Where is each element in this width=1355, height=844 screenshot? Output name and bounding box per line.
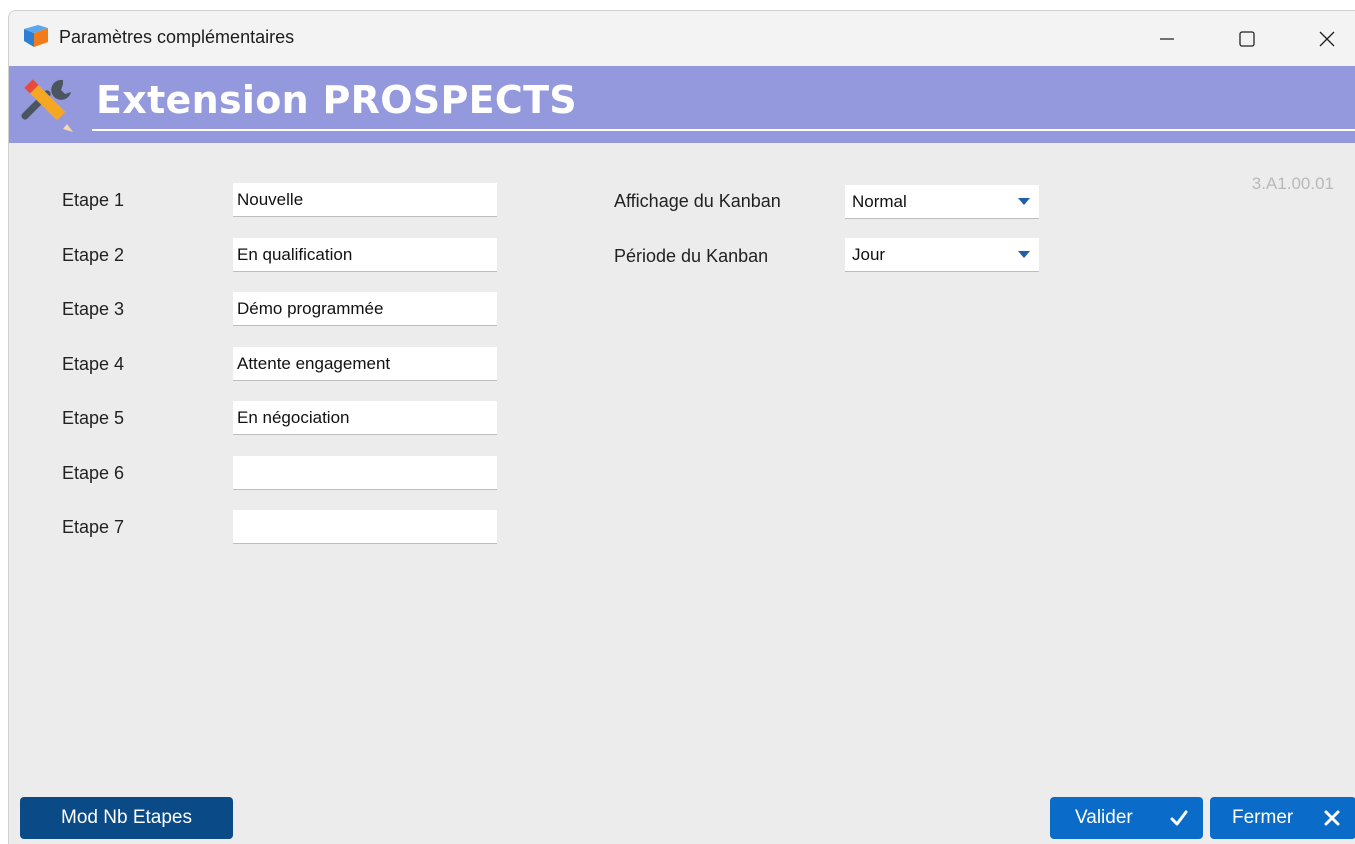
fermer-button[interactable]: Fermer xyxy=(1210,797,1355,839)
etape-4-label: Etape 4 xyxy=(62,354,125,374)
valider-label: Valider xyxy=(1075,807,1133,828)
banner-underline xyxy=(92,129,1355,131)
close-window-button[interactable] xyxy=(1304,19,1350,59)
periode-kanban-select[interactable]: Jour xyxy=(845,238,1039,272)
valider-button[interactable]: Valider xyxy=(1050,797,1203,839)
mod-nb-etapes-label: Mod Nb Etapes xyxy=(61,807,192,828)
etape-3-label: Etape 3 xyxy=(62,299,125,319)
version-label: 3.A1.00.01 xyxy=(1251,174,1334,193)
etape-6-label: Etape 6 xyxy=(62,463,125,483)
tools-icon xyxy=(21,79,73,132)
etape-6-input[interactable] xyxy=(233,456,497,490)
maximize-button[interactable] xyxy=(1224,19,1270,59)
affichage-kanban-select[interactable]: Normal xyxy=(845,185,1039,219)
affichage-kanban-value: Normal xyxy=(852,192,907,211)
etape-2-label: Etape 2 xyxy=(62,245,125,265)
fermer-label: Fermer xyxy=(1232,807,1294,828)
etape-7-input[interactable] xyxy=(233,510,497,544)
etape-3-input[interactable] xyxy=(233,292,497,326)
mod-nb-etapes-button[interactable]: Mod Nb Etapes xyxy=(20,797,233,839)
check-icon xyxy=(1170,810,1188,826)
maximize-icon xyxy=(1239,31,1255,47)
affichage-kanban-label: Affichage du Kanban xyxy=(614,191,781,211)
minimize-icon xyxy=(1160,38,1174,40)
dialog-window: Paramètres complémentaires Extension PRO… xyxy=(8,10,1355,844)
chevron-down-icon[interactable] xyxy=(1018,198,1030,205)
minimize-button[interactable] xyxy=(1144,19,1190,59)
app-logo-icon xyxy=(24,25,48,47)
close-icon xyxy=(1319,31,1335,47)
close-icon xyxy=(1324,810,1340,826)
etape-5-label: Etape 5 xyxy=(62,408,125,428)
etape-4-input[interactable] xyxy=(233,347,497,381)
etape-1-label: Etape 1 xyxy=(62,190,125,210)
etape-5-input[interactable] xyxy=(233,401,497,435)
etape-7-label: Etape 7 xyxy=(62,517,125,537)
banner-title: Extension PROSPECTS xyxy=(96,78,577,122)
title-bar[interactable]: Paramètres complémentaires xyxy=(9,11,1355,66)
window-title: Paramètres complémentaires xyxy=(59,27,295,47)
etape-1-input[interactable] xyxy=(233,183,497,217)
periode-kanban-value: Jour xyxy=(852,245,886,264)
etape-2-input[interactable] xyxy=(233,238,497,272)
chevron-down-icon[interactable] xyxy=(1018,251,1030,258)
header-banner: Extension PROSPECTS xyxy=(9,66,1355,143)
periode-kanban-label: Période du Kanban xyxy=(614,246,769,266)
